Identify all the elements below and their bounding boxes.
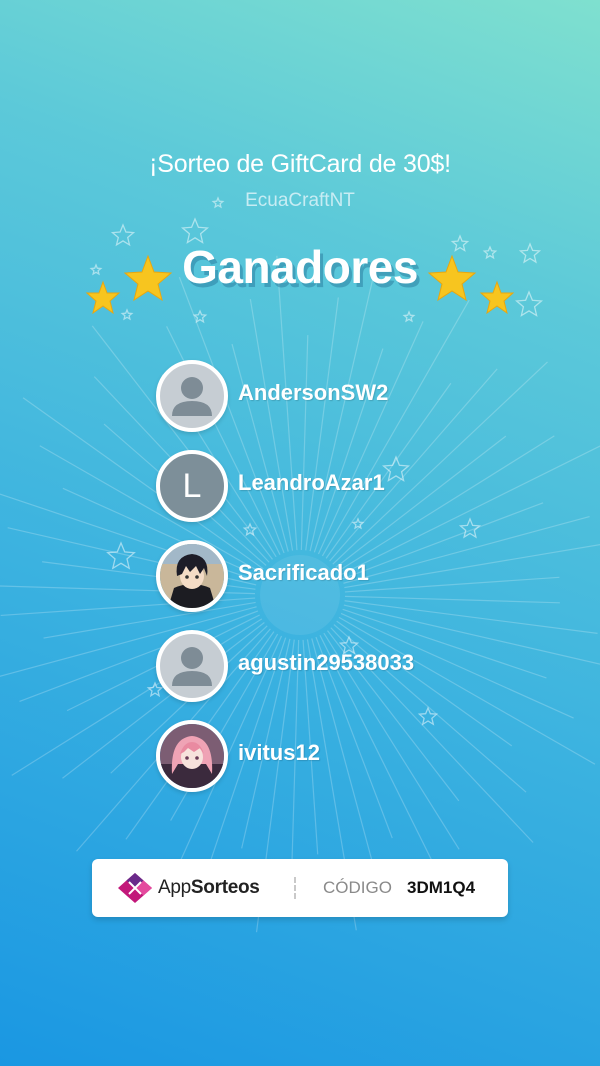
avatar: L [156, 450, 228, 522]
avatar [156, 360, 228, 432]
winner-row: AndersonSW2 [156, 360, 476, 432]
avatar [156, 540, 228, 612]
default-user-icon [172, 647, 212, 686]
winner-row: L LeandroAzar1 [156, 450, 476, 522]
code-label: CÓDIGO [323, 878, 392, 897]
winner-name: Sacrificado1 [238, 560, 369, 585]
winner-name: AndersonSW2 [238, 380, 389, 405]
appsorteos-logo-icon [118, 873, 152, 903]
default-user-icon [172, 377, 212, 416]
winner-name: LeandroAzar1 [238, 470, 385, 495]
anime-boy-photo [160, 544, 224, 608]
winner-row: Sacrificado1 [156, 540, 476, 612]
divider [294, 877, 296, 899]
winner-name: agustin29538033 [238, 650, 415, 675]
anime-girl-photo [160, 724, 224, 788]
raffle-title: ¡Sorteo de GiftCard de 30$! [149, 150, 451, 178]
winners-heading: Ganadores [182, 241, 418, 293]
outline-star-icon [106, 541, 136, 570]
avatar [156, 720, 228, 792]
results-page: ¡Sorteo de GiftCard de 30$! EcuaCraftNT … [0, 0, 600, 1066]
winner-row: ivitus12 [156, 720, 476, 792]
winner-row: agustin29538033 [156, 630, 476, 702]
winner-name: ivitus12 [238, 740, 320, 765]
code-value: 3DM1Q4 [407, 878, 476, 897]
brand-name: AppSorteos [158, 877, 260, 898]
organizer-name: EcuaCraftNT [245, 190, 355, 211]
avatar [156, 630, 228, 702]
footer-card: AppSorteos CÓDIGO 3DM1Q4 [92, 859, 508, 917]
